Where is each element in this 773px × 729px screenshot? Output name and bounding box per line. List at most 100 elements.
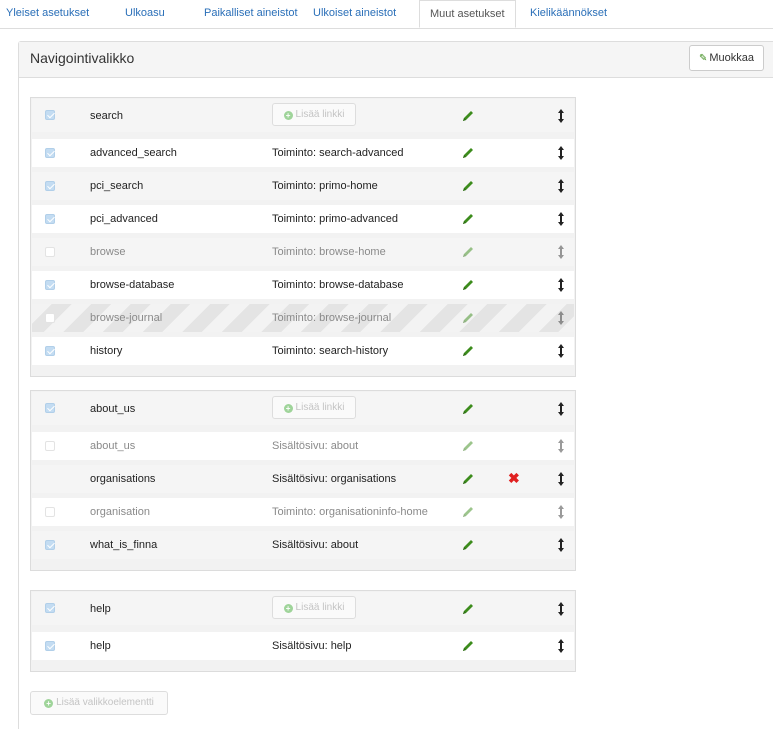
menu-item-target: Sisältösivu: about	[272, 440, 359, 452]
menu-item-name: pci_advanced	[90, 213, 158, 225]
menu-group: about_us + Lisää linkki about_us Sisältösivu…	[30, 390, 576, 571]
plus-circle-icon: +	[44, 699, 54, 708]
pencil-icon[interactable]	[461, 439, 475, 453]
checkbox[interactable]	[45, 110, 55, 120]
menu-item-name: organisation	[90, 506, 150, 518]
plus-circle-icon: +	[283, 604, 293, 613]
menu-item-target: Toiminto: browse-database	[272, 279, 404, 291]
pencil-icon: ✎	[698, 53, 708, 64]
menu-item-row: organisations Sisältösivu: organisations ✖	[32, 465, 574, 493]
menu-group-name: about_us	[90, 403, 136, 415]
menu-group-name: search	[90, 110, 124, 122]
delete-icon[interactable]: ✖	[508, 470, 520, 486]
tab-yleiset-asetukset[interactable]: Yleiset asetukset	[6, 0, 89, 27]
menu-item-target: Sisältösivu: organisations	[272, 473, 397, 485]
menu-item-target: Sisältösivu: about	[272, 539, 359, 551]
menu-item-row: browse Toiminto: browse-home	[32, 238, 574, 266]
menu-item-name: history	[90, 345, 123, 357]
move-handle-icon[interactable]	[557, 178, 565, 194]
menu-item-name: browse-journal	[90, 312, 163, 324]
checkbox[interactable]	[45, 603, 55, 613]
add-menu-item-label: Lisää valikkoelementti	[56, 697, 154, 708]
menu-item-name: what_is_finna	[90, 539, 158, 551]
tab-ulkoiset-aineistot[interactable]: Ulkoiset aineistot	[313, 0, 396, 27]
move-handle-icon[interactable]	[557, 343, 565, 359]
menu-item-target: Toiminto: primo-home	[272, 180, 378, 192]
settings-tabs: Yleiset asetukset Ulkoasu Paikalliset ai…	[0, 0, 773, 29]
move-handle-icon[interactable]	[557, 310, 565, 326]
menu-group-name: help	[90, 603, 111, 615]
edit-button[interactable]: ✎ Muokkaa	[689, 45, 764, 71]
move-handle-icon[interactable]	[557, 277, 565, 293]
menu-item-name: organisations	[90, 473, 156, 485]
pencil-icon[interactable]	[461, 505, 475, 519]
menu-item-row: about_us Sisältösivu: about	[32, 432, 574, 460]
menu-group-header: about_us + Lisää linkki	[32, 392, 574, 425]
panel-title: Navigointivalikko	[30, 50, 135, 66]
pencil-icon[interactable]	[461, 538, 475, 552]
add-link-button[interactable]: + Lisää linkki	[272, 596, 356, 619]
add-menu-item-button[interactable]: + Lisää valikkoelementti	[30, 691, 168, 715]
tab-paikalliset-aineistot[interactable]: Paikalliset aineistot	[204, 0, 298, 27]
menu-item-name: about_us	[90, 440, 136, 452]
menu-item-name: browse	[90, 246, 126, 258]
pencil-icon[interactable]	[461, 602, 475, 616]
menu-group-header: search + Lisää linkki	[32, 99, 574, 132]
move-handle-icon[interactable]	[557, 244, 565, 260]
menu-item-row: pci_search Toiminto: primo-home	[32, 172, 574, 200]
pencil-icon[interactable]	[461, 344, 475, 358]
move-handle-icon[interactable]	[557, 145, 565, 161]
pencil-icon[interactable]	[461, 109, 475, 123]
pencil-icon[interactable]	[461, 212, 475, 226]
pencil-icon[interactable]	[461, 402, 475, 416]
menu-item-target: Sisältösivu: help	[272, 640, 352, 652]
menu-item-row: history Toiminto: search-history	[32, 337, 574, 365]
move-handle-icon[interactable]	[557, 504, 565, 520]
menu-item-row: browse-database Toiminto: browse-database	[32, 271, 574, 299]
checkbox[interactable]	[45, 641, 55, 651]
move-handle-icon[interactable]	[557, 438, 565, 454]
menu-item-target: Toiminto: browse-journal	[272, 312, 392, 324]
tab-muut-asetukset[interactable]: Muut asetukset	[419, 0, 516, 28]
menu-item-target: Toiminto: browse-home	[272, 246, 386, 258]
checkbox[interactable]	[45, 540, 55, 550]
plus-circle-icon: +	[283, 111, 293, 120]
move-handle-icon[interactable]	[557, 638, 565, 654]
checkbox[interactable]	[45, 280, 55, 290]
tab-ulkoasu[interactable]: Ulkoasu	[125, 0, 165, 27]
checkbox[interactable]	[45, 507, 55, 517]
checkbox[interactable]	[45, 214, 55, 224]
checkbox[interactable]	[45, 148, 55, 158]
move-handle-icon[interactable]	[557, 108, 565, 124]
tab-kielikaannokset[interactable]: Kielikäännökset	[530, 0, 607, 27]
add-link-button[interactable]: + Lisää linkki	[272, 396, 356, 419]
menu-group: search + Lisää linkki advanced_search Toimin…	[30, 97, 576, 377]
menu-item-name: browse-database	[90, 279, 175, 291]
pencil-icon[interactable]	[461, 278, 475, 292]
pencil-icon[interactable]	[461, 639, 475, 653]
pencil-icon[interactable]	[461, 179, 475, 193]
pencil-icon[interactable]	[461, 472, 475, 486]
menu-item-row: organisation Toiminto: organisationinfo-h…	[32, 498, 574, 526]
checkbox[interactable]	[45, 313, 55, 323]
menu-item-target: Toiminto: search-history	[272, 345, 389, 357]
pencil-icon[interactable]	[461, 146, 475, 160]
checkbox[interactable]	[45, 247, 55, 257]
checkbox[interactable]	[45, 181, 55, 191]
move-handle-icon[interactable]	[557, 601, 565, 617]
add-link-label: Lisää linkki	[295, 402, 345, 413]
menu-item-row: advanced_search Toiminto: search-advanced	[32, 139, 574, 167]
move-handle-icon[interactable]	[557, 211, 565, 227]
menu-item-name: help	[90, 640, 111, 652]
pencil-icon[interactable]	[461, 245, 475, 259]
move-handle-icon[interactable]	[557, 401, 565, 417]
checkbox[interactable]	[45, 441, 55, 451]
menu-item-target: Toiminto: search-advanced	[272, 147, 404, 159]
add-link-button[interactable]: + Lisää linkki	[272, 103, 356, 126]
pencil-icon[interactable]	[461, 311, 475, 325]
checkbox[interactable]	[45, 403, 55, 413]
menu-item-name: advanced_search	[90, 147, 177, 159]
move-handle-icon[interactable]	[557, 537, 565, 553]
move-handle-icon[interactable]	[557, 471, 565, 487]
checkbox[interactable]	[45, 346, 55, 356]
